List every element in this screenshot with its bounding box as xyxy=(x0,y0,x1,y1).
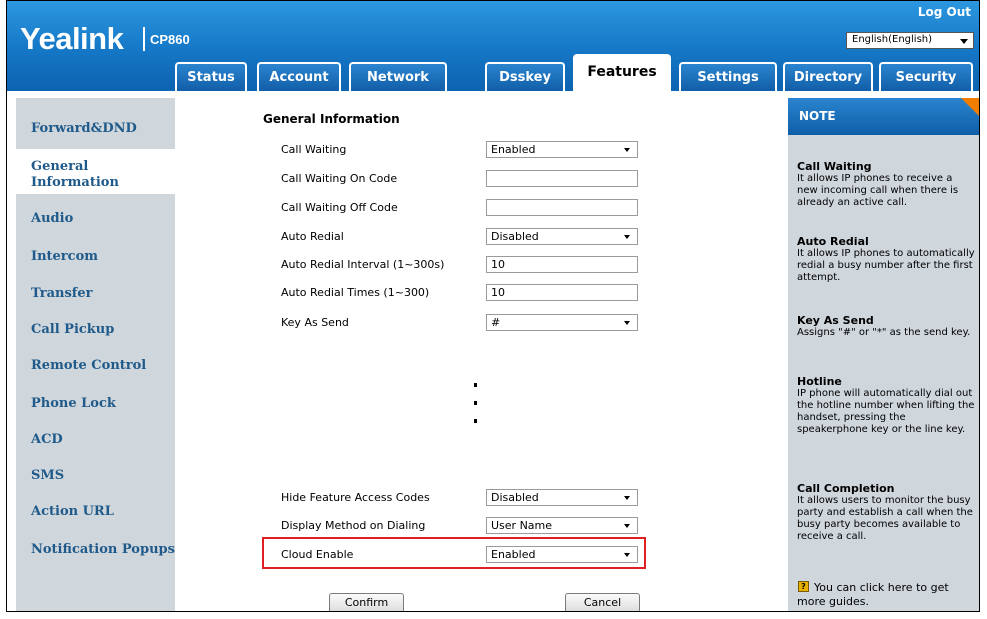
sidebar-item-transfer[interactable]: Transfer xyxy=(31,286,92,302)
confirm-button[interactable]: Confirm xyxy=(329,593,404,611)
tab-directory[interactable]: Directory xyxy=(783,62,873,91)
ellipsis-dot xyxy=(474,419,477,423)
tab-dsskey[interactable]: Dsskey xyxy=(485,62,565,91)
browser-frame: Yealink CP860 Log Out English(English) S… xyxy=(6,0,980,612)
note-call-completion-text: It allows users to monitor the busy part… xyxy=(797,495,973,542)
sidebar-item-audio[interactable]: Audio xyxy=(31,211,73,227)
sidebar-item-label-line1: General xyxy=(31,159,89,174)
tab-account[interactable]: Account xyxy=(257,62,341,91)
guide-link[interactable]: You can click here to get more guides. xyxy=(797,581,975,609)
note-key-as-send-text: Assigns "#" or "*" as the send key. xyxy=(797,327,971,338)
yealink-logo: Yealink xyxy=(20,21,124,56)
auto-redial-value: Disabled xyxy=(491,230,539,243)
logout-link[interactable]: Log Out xyxy=(918,5,971,19)
cancel-button[interactable]: Cancel xyxy=(565,593,640,611)
chevron-down-icon xyxy=(624,321,630,325)
call-waiting-value: Enabled xyxy=(491,143,536,156)
sidebar-item-acd[interactable]: ACD xyxy=(31,432,63,448)
chevron-down-icon xyxy=(624,148,630,152)
sidebar-item-notification-popups[interactable]: Notification Popups xyxy=(31,542,175,558)
note-hotline-text: IP phone will automatically dial out the… xyxy=(797,388,975,435)
language-select[interactable]: English(English) xyxy=(846,32,974,49)
note-auto-redial-title: Auto Redial xyxy=(797,235,869,248)
cloud-enable-select[interactable]: Enabled xyxy=(486,546,638,563)
call-waiting-off-code-label: Call Waiting Off Code xyxy=(281,201,398,214)
note-hotline-title: Hotline xyxy=(797,375,842,388)
ellipsis-dot xyxy=(474,383,477,387)
tab-security[interactable]: Security xyxy=(879,62,973,91)
cloud-enable-label: Cloud Enable xyxy=(281,548,354,561)
logo-divider xyxy=(143,27,145,51)
chevron-down-icon xyxy=(624,553,630,557)
sidebar-item-general-information[interactable]: General Information xyxy=(31,159,119,191)
key-as-send-select[interactable]: # xyxy=(486,314,638,331)
call-waiting-label: Call Waiting xyxy=(281,143,347,156)
hide-feature-access-codes-label: Hide Feature Access Codes xyxy=(281,491,430,504)
note-key-as-send-title: Key As Send xyxy=(797,314,874,327)
main-content: General Information Call Waiting Enabled… xyxy=(179,98,784,611)
sidebar-item-label-line2: Information xyxy=(31,175,119,190)
call-waiting-off-code-input[interactable] xyxy=(486,199,638,216)
sidebar-item-intercom[interactable]: Intercom xyxy=(31,249,98,265)
header: Yealink CP860 Log Out English(English) S… xyxy=(7,1,979,91)
call-waiting-on-code-input[interactable] xyxy=(486,170,638,187)
chevron-down-icon xyxy=(624,235,630,239)
auto-redial-interval-label: Auto Redial Interval (1~300s) xyxy=(281,258,445,271)
display-method-on-dialing-label: Display Method on Dialing xyxy=(281,519,426,532)
note-header: NOTE xyxy=(788,98,979,135)
note-call-completion-title: Call Completion xyxy=(797,482,895,495)
tab-network[interactable]: Network xyxy=(349,62,447,91)
sidebar-item-phone-lock[interactable]: Phone Lock xyxy=(31,396,116,412)
key-as-send-value: # xyxy=(491,316,501,329)
ellipsis-dot xyxy=(474,401,477,405)
sidebar-item-action-url[interactable]: Action URL xyxy=(31,504,114,520)
tab-status[interactable]: Status xyxy=(175,62,247,91)
note-corner-flag xyxy=(961,98,979,118)
auto-redial-interval-input[interactable]: 10 xyxy=(486,256,638,273)
chevron-down-icon xyxy=(624,496,630,500)
call-waiting-select[interactable]: Enabled xyxy=(486,141,638,158)
cloud-enable-value: Enabled xyxy=(491,548,536,561)
tab-features[interactable]: Features xyxy=(573,54,671,91)
sidebar-item-call-pickup[interactable]: Call Pickup xyxy=(31,322,114,338)
call-waiting-on-code-label: Call Waiting On Code xyxy=(281,172,398,185)
note-call-waiting-text: It allows IP phones to receive a new inc… xyxy=(797,173,959,208)
auto-redial-label: Auto Redial xyxy=(281,230,344,243)
auto-redial-times-label: Auto Redial Times (1~300) xyxy=(281,286,430,299)
chevron-down-icon xyxy=(624,524,630,528)
book-icon: ? xyxy=(798,581,809,592)
language-value: English(English) xyxy=(852,34,933,45)
auto-redial-select[interactable]: Disabled xyxy=(486,228,638,245)
note-call-waiting-title: Call Waiting xyxy=(797,160,872,173)
display-method-on-dialing-select[interactable]: User Name xyxy=(486,517,638,534)
key-as-send-label: Key As Send xyxy=(281,316,349,329)
note-title: NOTE xyxy=(799,109,836,123)
section-title: General Information xyxy=(263,112,400,126)
hide-feature-access-codes-value: Disabled xyxy=(491,491,539,504)
sidebar-item-sms[interactable]: SMS xyxy=(31,468,64,484)
model-name: CP860 xyxy=(150,32,190,47)
tab-settings[interactable]: Settings xyxy=(679,62,777,91)
note-auto-redial-text: It allows IP phones to automatically red… xyxy=(797,248,975,283)
auto-redial-times-input[interactable]: 10 xyxy=(486,284,638,301)
hide-feature-access-codes-select[interactable]: Disabled xyxy=(486,489,638,506)
chevron-down-icon xyxy=(960,39,968,44)
note-panel: NOTE Call Waiting It allows IP phones to… xyxy=(788,98,979,611)
sidebar-item-remote-control[interactable]: Remote Control xyxy=(31,358,146,374)
display-method-on-dialing-value: User Name xyxy=(491,519,553,532)
sidebar-item-forward-dnd[interactable]: Forward&DND xyxy=(31,121,137,137)
